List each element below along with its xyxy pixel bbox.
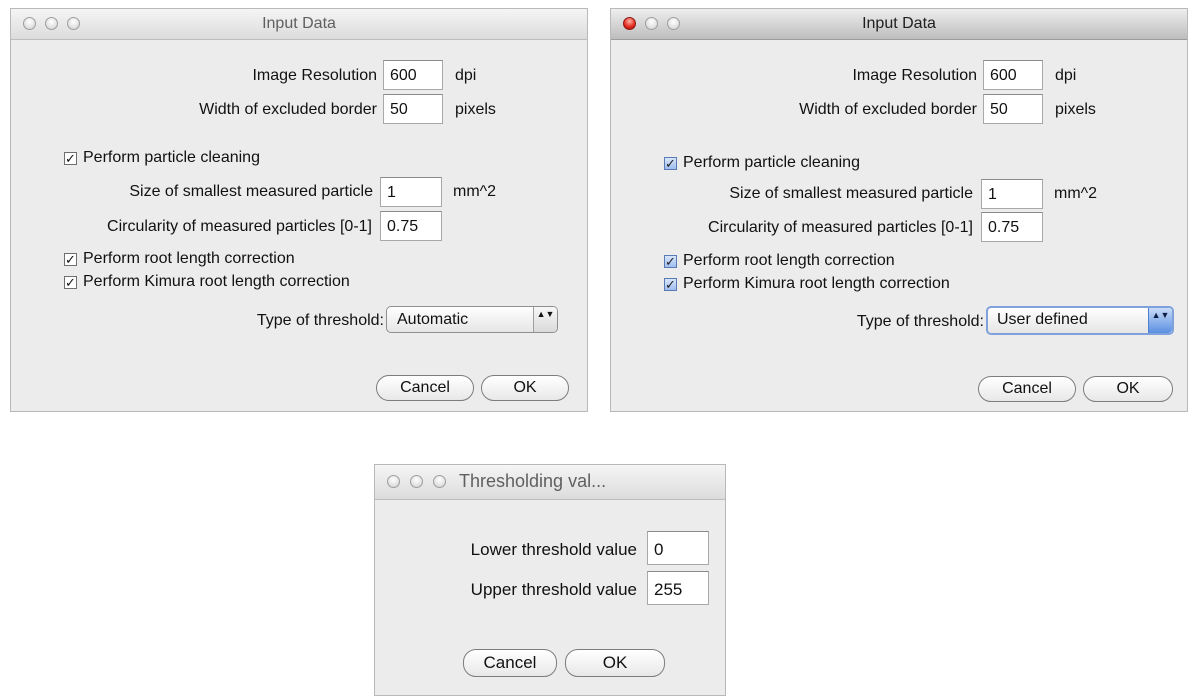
cancel-button[interactable]: Cancel — [463, 649, 557, 677]
threshold-type-select[interactable]: Automatic ▲▼ — [386, 306, 558, 333]
excluded-border-label: Width of excluded border — [199, 101, 377, 118]
title-bar: Input Data — [611, 9, 1187, 40]
particle-cleaning-label: Perform particle cleaning — [683, 154, 860, 171]
threshold-type-select[interactable]: User defined ▲▼ — [986, 306, 1174, 335]
image-resolution-input[interactable]: 600 — [383, 60, 443, 90]
image-resolution-label: Image Resolution — [252, 67, 377, 84]
root-length-label: Perform root length correction — [83, 250, 295, 267]
smallest-particle-label: Size of smallest measured particle — [729, 185, 973, 202]
excluded-border-unit: pixels — [455, 101, 496, 118]
lower-threshold-input[interactable]: 0 — [647, 531, 709, 565]
kimura-checkbox[interactable]: ✓ — [64, 276, 77, 289]
window-title: Input Data — [262, 15, 336, 32]
threshold-type-label: Type of threshold: — [256, 312, 384, 329]
close-window-button[interactable] — [387, 475, 400, 488]
cancel-button[interactable]: Cancel — [978, 376, 1076, 402]
smallest-particle-unit: mm^2 — [453, 183, 497, 200]
root-length-checkbox[interactable]: ✓ — [664, 255, 677, 268]
image-resolution-unit: dpi — [455, 67, 477, 84]
upper-threshold-input[interactable]: 255 — [647, 571, 709, 605]
window-title: Input Data — [862, 15, 936, 32]
ok-button[interactable]: OK — [481, 375, 569, 401]
cancel-button[interactable]: Cancel — [376, 375, 474, 401]
particle-cleaning-checkbox[interactable]: ✓ — [664, 157, 677, 170]
particle-cleaning-checkbox[interactable]: ✓ — [64, 152, 77, 165]
excluded-border-input[interactable]: 50 — [383, 94, 443, 124]
title-bar: Thresholding val... — [375, 465, 725, 500]
smallest-particle-label: Size of smallest measured particle — [129, 183, 373, 200]
root-length-label: Perform root length correction — [683, 252, 895, 269]
smallest-particle-unit: mm^2 — [1054, 185, 1098, 202]
image-resolution-unit: dpi — [1055, 67, 1077, 84]
stepper-arrows-icon: ▲▼ — [1148, 308, 1172, 333]
threshold-type-label: Type of threshold: — [856, 313, 984, 330]
image-resolution-input[interactable]: 600 — [983, 60, 1043, 90]
smallest-particle-input[interactable]: 1 — [981, 179, 1043, 209]
particle-cleaning-label: Perform particle cleaning — [83, 149, 260, 166]
image-resolution-label: Image Resolution — [852, 67, 977, 84]
kimura-checkbox[interactable]: ✓ — [664, 278, 677, 291]
zoom-window-button[interactable] — [433, 475, 446, 488]
circularity-input[interactable]: 0.75 — [380, 211, 442, 241]
kimura-label: Perform Kimura root length correction — [83, 273, 350, 290]
thresholding-values-dialog: Thresholding val... Lower threshold valu… — [374, 464, 726, 696]
kimura-label: Perform Kimura root length correction — [683, 275, 950, 292]
ok-button[interactable]: OK — [1083, 376, 1173, 402]
circularity-label: Circularity of measured particles [0-1] — [708, 219, 973, 236]
root-length-checkbox[interactable]: ✓ — [64, 253, 77, 266]
lower-threshold-label: Lower threshold value — [470, 540, 637, 559]
excluded-border-unit: pixels — [1055, 101, 1096, 118]
upper-threshold-label: Upper threshold value — [470, 580, 637, 599]
circularity-label: Circularity of measured particles [0-1] — [107, 218, 372, 235]
excluded-border-input[interactable]: 50 — [983, 94, 1043, 124]
threshold-type-value: Automatic — [397, 311, 469, 328]
excluded-border-label: Width of excluded border — [799, 101, 977, 118]
circularity-input[interactable]: 0.75 — [981, 212, 1043, 242]
stepper-arrows-icon: ▲▼ — [533, 307, 557, 332]
threshold-type-value: User defined — [997, 311, 1088, 328]
smallest-particle-input[interactable]: 1 — [380, 177, 442, 207]
ok-button[interactable]: OK — [565, 649, 665, 677]
window-title: Thresholding val... — [459, 471, 607, 491]
title-bar: Input Data — [11, 9, 587, 40]
input-data-dialog-inactive: Input Data Image Resolution 600 dpi Widt… — [10, 8, 588, 412]
minimize-window-button[interactable] — [410, 475, 423, 488]
input-data-dialog-active: Input Data Image Resolution 600 dpi Widt… — [610, 8, 1188, 412]
